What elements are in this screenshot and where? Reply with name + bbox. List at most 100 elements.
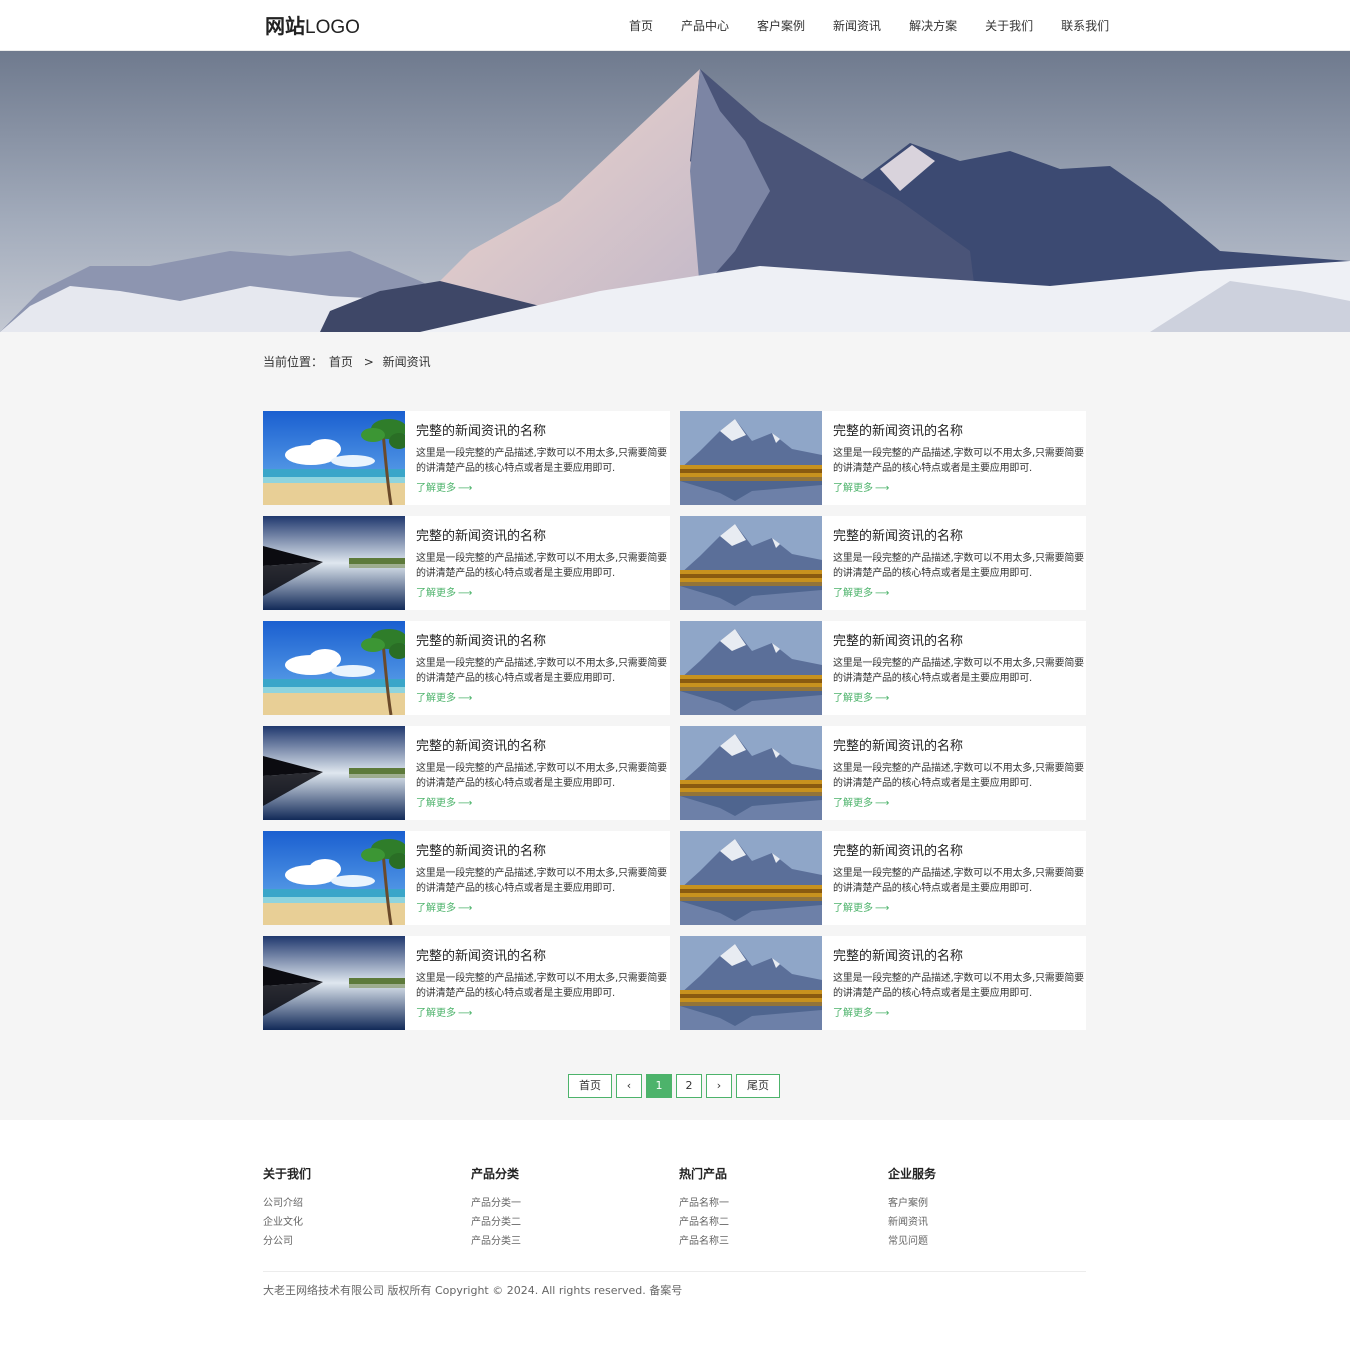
news-thumbnail[interactable] (680, 621, 822, 715)
read-more-link[interactable]: 了解更多 ⟶ (833, 587, 1086, 601)
read-more-link[interactable]: 了解更多 ⟶ (416, 482, 670, 496)
news-card[interactable]: 完整的新闻资讯的名称这里是一段完整的产品描述,字数可以不用太多,只需要简要的讲清… (263, 516, 670, 610)
nav-solutions[interactable]: 解决方案 (909, 17, 957, 35)
news-card[interactable]: 完整的新闻资讯的名称 这里是一段完整的产品描述,字数可以不用太多,只需要简要的讲清… (680, 411, 1086, 505)
news-card[interactable]: 完整的新闻资讯的名称 这里是一段完整的产品描述,字数可以不用太多,只需要简要的讲清… (263, 621, 670, 715)
news-card-body: 完整的新闻资讯的名称这里是一段完整的产品描述,字数可以不用太多,只需要简要的讲清… (822, 936, 1086, 1030)
footer-col-about: 关于我们 公司介绍 企业文化 分公司 (263, 1166, 311, 1251)
news-card[interactable]: 完整的新闻资讯的名称这里是一段完整的产品描述,字数可以不用太多,只需要简要的讲清… (263, 726, 670, 820)
nav-products[interactable]: 产品中心 (681, 17, 729, 35)
footer-link[interactable]: 常见问题 (888, 1232, 936, 1251)
news-title[interactable]: 完整的新闻资讯的名称 (833, 843, 1086, 861)
read-more-link[interactable]: 了解更多 ⟶ (416, 797, 670, 811)
news-card[interactable]: 完整的新闻资讯的名称这里是一段完整的产品描述,字数可以不用太多,只需要简要的讲清… (263, 411, 670, 505)
nav-about[interactable]: 关于我们 (985, 17, 1033, 35)
news-title[interactable]: 完整的新闻资讯的名称 (833, 738, 1086, 756)
footer-link[interactable]: 产品名称一 (679, 1194, 729, 1213)
read-more-link[interactable]: 了解更多 ⟶ (416, 1007, 670, 1021)
news-thumbnail[interactable] (680, 411, 822, 505)
news-title[interactable]: 完整的新闻资讯的名称 (416, 528, 670, 546)
news-card[interactable]: 完整的新闻资讯的名称这里是一段完整的产品描述,字数可以不用太多,只需要简要的讲清… (680, 936, 1086, 1030)
news-thumbnail[interactable] (263, 831, 405, 925)
hero-banner (0, 51, 1350, 332)
news-description: 这里是一段完整的产品描述,字数可以不用太多,只需要简要的讲清楚产品的核心特点或者… (416, 763, 667, 789)
arrow-right-icon: ⟶ (458, 483, 473, 494)
breadcrumb-current: 新闻资讯 (382, 355, 431, 369)
read-more-link[interactable]: 了解更多 ⟶ (833, 797, 1086, 811)
page-prev-button[interactable]: ‹ (616, 1074, 642, 1098)
breadcrumb-home[interactable]: 首页 (329, 355, 353, 369)
news-thumbnail[interactable] (680, 831, 822, 925)
main-nav: 首页 产品中心 客户案例 新闻资讯 解决方案 关于我们 联系我们 (615, 17, 1123, 35)
news-title[interactable]: 完整的新闻资讯的名称 (833, 423, 1086, 441)
news-description: 这里是一段完整的产品描述,字数可以不用太多,只需要简要的讲清楚产品的核心特点或者… (416, 448, 667, 474)
page-last-button[interactable]: 尾页 (736, 1074, 780, 1098)
news-title[interactable]: 完整的新闻资讯的名称 (416, 948, 670, 966)
read-more-label: 了解更多 (416, 693, 456, 704)
read-more-label: 了解更多 (833, 588, 873, 599)
news-title[interactable]: 完整的新闻资讯的名称 (416, 843, 670, 861)
read-more-link[interactable]: 了解更多 ⟶ (833, 482, 1086, 496)
news-thumbnail[interactable] (263, 621, 405, 715)
nav-cases[interactable]: 客户案例 (757, 17, 805, 35)
read-more-label: 了解更多 (833, 483, 873, 494)
news-thumbnail[interactable] (680, 936, 822, 1030)
news-card[interactable]: 完整的新闻资讯的名称 这里是一段完整的产品描述,字数可以不用太多,只需要简要的讲清… (263, 831, 670, 925)
page-1-button[interactable]: 1 (646, 1074, 672, 1098)
footer-link[interactable]: 产品分类一 (471, 1194, 521, 1213)
news-thumbnail[interactable] (263, 516, 405, 610)
read-more-link[interactable]: 了解更多 ⟶ (833, 902, 1086, 916)
nav-home[interactable]: 首页 (629, 17, 653, 35)
arrow-right-icon: ⟶ (875, 903, 890, 914)
read-more-label: 了解更多 (833, 903, 873, 914)
footer-link[interactable]: 产品名称二 (679, 1213, 729, 1232)
news-title[interactable]: 完整的新闻资讯的名称 (416, 423, 670, 441)
footer-link[interactable]: 企业文化 (263, 1213, 311, 1232)
page-first-button[interactable]: 首页 (568, 1074, 612, 1098)
nav-contact[interactable]: 联系我们 (1061, 17, 1109, 35)
news-title[interactable]: 完整的新闻资讯的名称 (416, 738, 670, 756)
footer-link[interactable]: 新闻资讯 (888, 1213, 936, 1232)
news-card[interactable]: 完整的新闻资讯的名称 这里是一段完整的产品描述,字数可以不用太多,只需要简要的讲清… (263, 936, 670, 1030)
read-more-link[interactable]: 了解更多 ⟶ (416, 902, 670, 916)
page-2-button[interactable]: 2 (676, 1074, 702, 1098)
news-card[interactable]: 完整的新闻资讯的名称 这里是一段完整的产品描述,字数可以不用太多,只需要简要的讲清… (680, 516, 1086, 610)
news-description: 这里是一段完整的产品描述,字数可以不用太多,只需要简要的讲清楚产品的核心特点或者… (416, 553, 667, 579)
footer-link[interactable]: 产品名称三 (679, 1232, 729, 1251)
site-logo[interactable]: 网站LOGO (265, 13, 360, 41)
news-title[interactable]: 完整的新闻资讯的名称 (833, 633, 1086, 651)
news-thumbnail[interactable] (680, 726, 822, 820)
news-card[interactable]: 完整的新闻资讯的名称 这里是一段完整的产品描述,字数可以不用太多,只需要简要的讲清… (680, 831, 1086, 925)
news-card[interactable]: 完整的新闻资讯的名称这里是一段完整的产品描述,字数可以不用太多,只需要简要的讲清… (680, 621, 1086, 715)
arrow-right-icon: ⟶ (875, 588, 890, 599)
news-title[interactable]: 完整的新闻资讯的名称 (833, 948, 1086, 966)
read-more-link[interactable]: 了解更多 ⟶ (833, 1007, 1086, 1021)
news-card-body: 完整的新闻资讯的名称这里是一段完整的产品描述,字数可以不用太多,只需要简要的讲清… (822, 621, 1086, 715)
footer-link[interactable]: 分公司 (263, 1232, 311, 1251)
news-thumbnail[interactable] (680, 516, 822, 610)
footer-link[interactable]: 产品分类二 (471, 1213, 521, 1232)
footer-col-title: 产品分类 (471, 1167, 520, 1181)
news-card-body: 完整的新闻资讯的名称 这里是一段完整的产品描述,字数可以不用太多,只需要简要的讲清… (822, 831, 1086, 925)
snow-mountain-image (0, 51, 1350, 332)
news-card[interactable]: 完整的新闻资讯的名称 这里是一段完整的产品描述,字数可以不用太多,只需要简要的讲清… (680, 726, 1086, 820)
read-more-label: 了解更多 (833, 1008, 873, 1019)
news-description: 这里是一段完整的产品描述,字数可以不用太多,只需要简要的讲清楚产品的核心特点或者… (833, 973, 1084, 999)
read-more-link[interactable]: 了解更多 ⟶ (833, 692, 1086, 706)
read-more-link[interactable]: 了解更多 ⟶ (416, 692, 670, 706)
news-description: 这里是一段完整的产品描述,字数可以不用太多,只需要简要的讲清楚产品的核心特点或者… (833, 658, 1084, 684)
news-thumbnail[interactable] (263, 411, 405, 505)
news-title[interactable]: 完整的新闻资讯的名称 (416, 633, 670, 651)
page-next-button[interactable]: › (706, 1074, 732, 1098)
read-more-label: 了解更多 (416, 588, 456, 599)
nav-news[interactable]: 新闻资讯 (833, 17, 881, 35)
read-more-link[interactable]: 了解更多 ⟶ (416, 587, 670, 601)
news-thumbnail[interactable] (263, 936, 405, 1030)
footer-link[interactable]: 产品分类三 (471, 1232, 521, 1251)
footer-link[interactable]: 客户案例 (888, 1194, 936, 1213)
copyright-text: 大老王网络技术有限公司 版权所有 Copyright © 2024. All r… (263, 1284, 683, 1297)
news-card-body: 完整的新闻资讯的名称 这里是一段完整的产品描述,字数可以不用太多,只需要简要的讲清… (405, 831, 670, 925)
news-title[interactable]: 完整的新闻资讯的名称 (833, 528, 1086, 546)
footer-link[interactable]: 公司介绍 (263, 1194, 311, 1213)
news-thumbnail[interactable] (263, 726, 405, 820)
